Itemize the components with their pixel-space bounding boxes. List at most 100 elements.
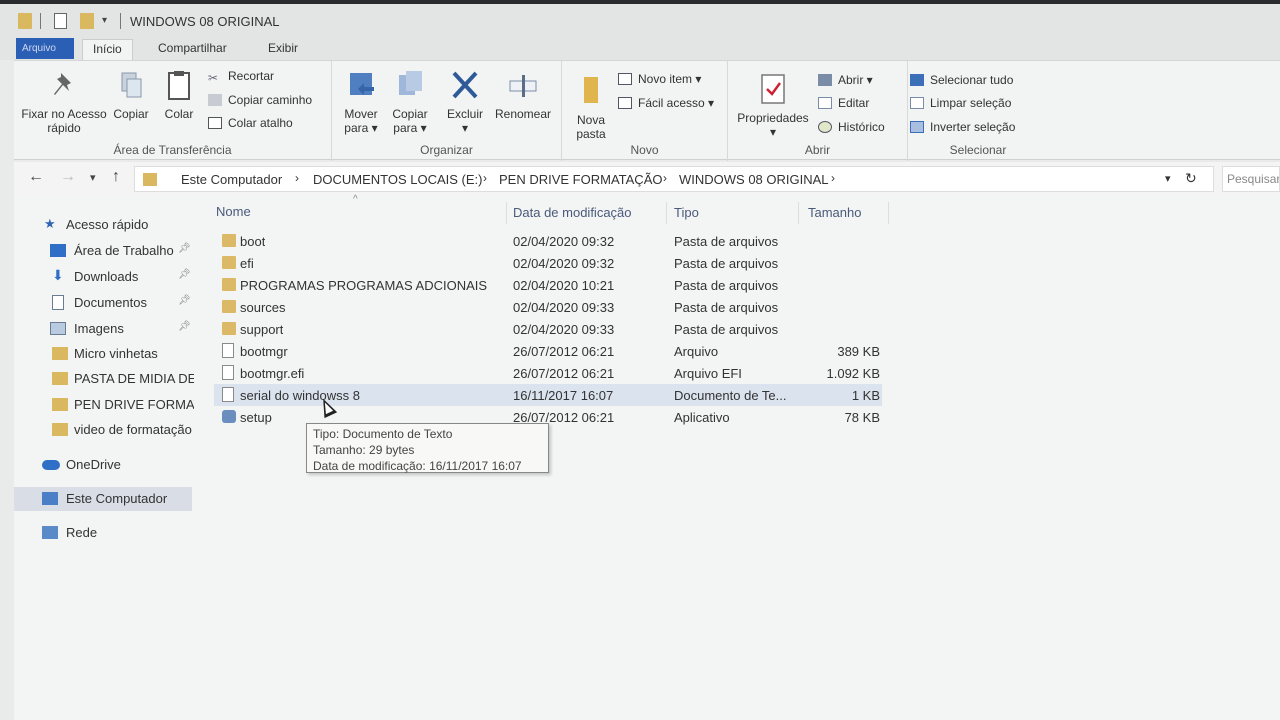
- open-button[interactable]: Abrir ▾: [818, 73, 873, 87]
- folder-icon: [222, 256, 236, 269]
- folder-icon: [52, 398, 68, 411]
- file-date: 02/04/2020 09:33: [513, 322, 615, 337]
- tab-view[interactable]: Exibir: [258, 39, 308, 60]
- back-arrow-icon[interactable]: ←: [28, 168, 44, 186]
- pin-icon[interactable]: 📌︎: [178, 321, 191, 332]
- sidebar-item-label: Imagens: [74, 321, 124, 336]
- delete-button[interactable]: Excluir ▾: [442, 69, 488, 135]
- copy-path-label: Copiar caminho: [228, 93, 313, 107]
- sidebar-item-video-formatacao[interactable]: video de formatação: [14, 419, 194, 441]
- new-folder-icon: [584, 77, 598, 103]
- file-name: setup: [240, 410, 272, 425]
- breadcrumb-separator-icon[interactable]: ›: [483, 171, 487, 185]
- rename-button[interactable]: Renomear: [492, 69, 554, 121]
- file-row-programas[interactable]: PROGRAMAS PROGRAMAS ADCIONAIS 02/04/2020…: [214, 274, 882, 296]
- sidebar-item-pasta-midia[interactable]: PASTA DE MIDIA DE: [14, 368, 194, 390]
- new-folder-button[interactable]: Nova pasta: [570, 75, 612, 141]
- search-input[interactable]: Pesquisar W: [1222, 166, 1280, 192]
- breadcrumb-local-docs[interactable]: DOCUMENTOS LOCAIS (E:): [313, 172, 483, 187]
- pin-icon[interactable]: 📌︎: [178, 269, 191, 280]
- ribbon: Fixar no Acesso rápido Copiar Colar ✂ Rec…: [14, 60, 1280, 161]
- properties-icon[interactable]: [54, 13, 67, 29]
- sidebar-item-pen-drive[interactable]: PEN DRIVE FORMAT: [14, 394, 194, 416]
- easy-access-button[interactable]: Fácil acesso ▾: [618, 96, 714, 110]
- address-dropdown-chevron-icon[interactable]: ▾: [1165, 172, 1171, 185]
- delete-x-icon: [452, 71, 478, 99]
- new-folder-icon[interactable]: [80, 13, 94, 29]
- tab-share[interactable]: Compartilhar: [148, 39, 237, 60]
- cut-button[interactable]: ✂ Recortar: [208, 69, 274, 85]
- recent-locations-chevron-icon[interactable]: ▾: [90, 171, 96, 184]
- column-header-size[interactable]: Tamanho: [808, 205, 861, 220]
- move-to-button[interactable]: Mover para ▾: [340, 69, 382, 135]
- file-size: 1 KB: [851, 388, 880, 403]
- breadcrumb-this-pc[interactable]: Este Computador: [181, 172, 282, 187]
- sidebar-item-onedrive[interactable]: OneDrive: [14, 454, 194, 476]
- tab-file[interactable]: Arquivo: [16, 38, 74, 59]
- breadcrumb-separator-icon[interactable]: ›: [831, 171, 835, 185]
- column-divider[interactable]: [888, 202, 889, 224]
- sidebar-item-desktop[interactable]: Área de Trabalho 📌︎: [14, 240, 194, 262]
- history-button[interactable]: Histórico: [818, 120, 885, 134]
- navigation-pane: ★ Acesso rápido Área de Trabalho 📌︎ ⬇ Do…: [14, 196, 200, 720]
- column-divider[interactable]: [798, 202, 799, 224]
- pin-icon[interactable]: 📌︎: [178, 243, 191, 254]
- breadcrumb-pen-drive[interactable]: PEN DRIVE FORMATAÇÃO: [499, 172, 662, 187]
- setup-app-icon: [222, 410, 236, 423]
- pin-icon[interactable]: 📌︎: [178, 295, 191, 306]
- sidebar-item-documents[interactable]: Documentos 📌︎: [14, 292, 194, 314]
- copy-path-button[interactable]: Copiar caminho: [208, 93, 312, 107]
- tab-home[interactable]: Início: [82, 39, 133, 60]
- file-row-boot[interactable]: boot 02/04/2020 09:32 Pasta de arquivos: [214, 230, 882, 252]
- properties-button[interactable]: Propriedades ▾: [734, 73, 812, 139]
- pin-quick-access-button[interactable]: Fixar no Acesso rápido: [20, 69, 108, 135]
- refresh-icon[interactable]: ↻: [1185, 170, 1197, 187]
- up-arrow-icon[interactable]: ↑: [112, 168, 120, 186]
- sidebar-item-micro-vinhetas[interactable]: Micro vinhetas: [14, 343, 194, 365]
- file-row-support[interactable]: support 02/04/2020 09:33 Pasta de arquiv…: [214, 318, 882, 340]
- new-item-icon: [618, 73, 632, 85]
- title-bar: ▾ WINDOWS 08 ORIGINAL: [0, 0, 1280, 36]
- sidebar-item-quick-access[interactable]: ★ Acesso rápido: [14, 214, 194, 236]
- copy-button[interactable]: Copiar: [108, 69, 154, 121]
- file-name: efi: [240, 256, 254, 271]
- column-divider[interactable]: [506, 202, 507, 224]
- folder-icon: [52, 372, 68, 385]
- file-row-efi[interactable]: efi 02/04/2020 09:32 Pasta de arquivos: [214, 252, 882, 274]
- paste-button[interactable]: Colar: [158, 69, 200, 121]
- file-row-serial[interactable]: serial do windowss 8 16/11/2017 16:07 Do…: [214, 384, 882, 406]
- column-divider[interactable]: [666, 202, 667, 224]
- file-name: serial do windowss 8: [240, 388, 360, 403]
- file-name: bootmgr.efi: [240, 366, 305, 381]
- folder-icon: [143, 173, 157, 186]
- file-row-sources[interactable]: sources 02/04/2020 09:33 Pasta de arquiv…: [214, 296, 882, 318]
- copy-to-label: Copiar para: [392, 107, 428, 135]
- file-row-bootmgr[interactable]: bootmgr 26/07/2012 06:21 Arquivo 389 KB: [214, 340, 882, 362]
- clear-selection-icon: [910, 97, 924, 109]
- history-label: Histórico: [838, 120, 885, 134]
- file-row-bootmgr-efi[interactable]: bootmgr.efi 26/07/2012 06:21 Arquivo EFI…: [214, 362, 882, 384]
- paste-shortcut-button[interactable]: Colar atalho: [208, 116, 293, 130]
- address-bar[interactable]: Este Computador › DOCUMENTOS LOCAIS (E:)…: [134, 166, 1214, 192]
- new-item-button[interactable]: Novo item ▾: [618, 72, 701, 86]
- invert-selection-button[interactable]: Inverter seleção: [910, 120, 1015, 134]
- file-type: Pasta de arquivos: [674, 256, 779, 271]
- breadcrumb-separator-icon[interactable]: ›: [295, 171, 299, 185]
- clear-selection-button[interactable]: Limpar seleção: [910, 96, 1011, 110]
- edit-button[interactable]: Editar: [818, 96, 869, 110]
- column-header-date[interactable]: Data de modificação: [513, 205, 632, 220]
- column-header-type[interactable]: Tipo: [674, 205, 699, 220]
- star-icon: ★: [44, 216, 56, 231]
- sidebar-item-pictures[interactable]: Imagens 📌︎: [14, 318, 194, 340]
- forward-arrow-icon[interactable]: →: [60, 168, 76, 186]
- breadcrumb-windows-08[interactable]: WINDOWS 08 ORIGINAL: [679, 172, 829, 187]
- customize-toolbar-icon[interactable]: ▾: [102, 15, 107, 31]
- select-all-button[interactable]: Selecionar tudo: [910, 73, 1013, 87]
- sidebar-item-downloads[interactable]: ⬇ Downloads 📌︎: [14, 266, 194, 288]
- breadcrumb-separator-icon[interactable]: ›: [663, 171, 667, 185]
- file-date: 26/07/2012 06:21: [513, 366, 615, 381]
- sidebar-item-network[interactable]: Rede: [14, 522, 194, 544]
- sidebar-item-this-pc[interactable]: Este Computador: [14, 487, 192, 511]
- copy-to-button[interactable]: Copiar para ▾: [386, 69, 434, 135]
- column-header-name[interactable]: Nome: [216, 204, 251, 219]
